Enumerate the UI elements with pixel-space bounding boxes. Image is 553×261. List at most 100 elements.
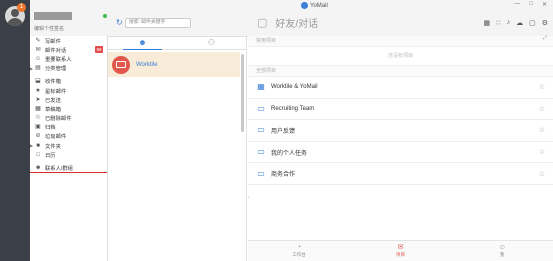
yomail-logo-icon bbox=[301, 2, 308, 9]
folder-list: ✎ 写邮件 ✉ 邮件对话 99 ☺ 重要联系人 ▶ ▤ 分类管理 ⬓ 收件箱 ★ 星标邮件 ➤ 已发送 ▦ 草稿箱… bbox=[30, 36, 108, 261]
sidebar-item[interactable]: ☻ 联系人/群组 bbox=[30, 163, 107, 173]
sidebar-item-label: 邮件对话 bbox=[45, 47, 67, 54]
star-icon[interactable]: ☆ bbox=[539, 105, 545, 113]
star-icon[interactable]: ☆ bbox=[539, 148, 545, 156]
expand-caret-icon[interactable]: ▶ bbox=[30, 66, 33, 71]
recent-projects-header: 常用项目 bbox=[248, 36, 553, 47]
chat-header: ▢ 好友/对话 bbox=[257, 15, 318, 30]
sidebar-item-label: 分类管理 bbox=[45, 66, 67, 73]
chat-bubble-icon: ▢ bbox=[257, 17, 268, 29]
mail-conversation-icon: ✉ bbox=[35, 46, 41, 53]
account-name-redacted bbox=[34, 12, 72, 20]
bottom-tab-dashboard[interactable]: ◔ 工作台 bbox=[248, 241, 350, 261]
expand-caret-icon[interactable]: ▶ bbox=[30, 143, 33, 148]
sidebar-item-label: 归档 bbox=[45, 125, 56, 132]
category-icon: ▤ bbox=[35, 65, 41, 72]
sidebar-item-label: 联系人/群组 bbox=[45, 165, 73, 172]
app-title: YoMail bbox=[301, 2, 328, 9]
expand-icon[interactable]: ⤢ bbox=[543, 35, 547, 41]
minimize-button[interactable]: — bbox=[514, 1, 520, 8]
toolbar-icons: ▦ ∷ ♪ ☁ ▢ ⚙ bbox=[484, 19, 549, 27]
sidebar-item-label: 垃圾邮件 bbox=[45, 134, 67, 141]
project-icon: ✉ bbox=[397, 244, 404, 251]
board-icon: ▦ bbox=[257, 82, 265, 92]
project-name: Recruiting Team bbox=[271, 105, 315, 112]
contact-list-pane: ☻⚇ Worktile › bbox=[108, 36, 250, 261]
settings-icon[interactable]: ⚙ bbox=[542, 19, 548, 27]
scrollbar[interactable] bbox=[241, 54, 244, 132]
sidebar-item-label: 已删除邮件 bbox=[45, 116, 72, 123]
list-item-label: Worktile bbox=[136, 61, 158, 68]
sidebar-item-label: 写邮件 bbox=[45, 38, 61, 45]
star-icon[interactable]: ☆ bbox=[539, 83, 545, 91]
sent-icon: ➤ bbox=[35, 96, 41, 103]
project-row[interactable]: ▭ 我的个人任务 ☆ bbox=[248, 142, 553, 164]
project-row[interactable]: ▭ 用户反馈 ☆ bbox=[248, 120, 553, 142]
bottom-nav: ◔ 工作台 ✉ 项目 ☺ 我 bbox=[248, 240, 553, 261]
vip-contact-icon: ☺ bbox=[35, 55, 42, 62]
calendar-icon: □ bbox=[36, 151, 40, 158]
project-row[interactable]: ▭ 商务合作 ☆ bbox=[248, 163, 553, 185]
tab-person[interactable]: ☻ bbox=[108, 36, 177, 50]
contacts-icon: ☻ bbox=[35, 164, 42, 171]
sidebar-item[interactable]: ⊘ 垃圾邮件 bbox=[30, 132, 107, 141]
bell-icon[interactable]: ♪ bbox=[507, 19, 511, 27]
project-pane: ⤢ 常用项目 还没有项目 全部项目 ▦ Worktile & YoMail ☆ ▭ Re… bbox=[248, 35, 553, 261]
project-name: Worktile & YoMail bbox=[271, 84, 318, 91]
refresh-icon[interactable]: ↻ bbox=[116, 18, 123, 27]
sidebar-item[interactable]: ▦ 草稿箱 bbox=[30, 104, 107, 113]
unread-badge: 99 bbox=[95, 46, 103, 54]
top-bar: YoMail — □ ✕ ↻ 搜索: 邮件关键字 ▢ 好友/对话 ▦ ∷ ♪ ☁ ▢ ⚙ bbox=[116, 0, 553, 36]
person-icon: ☻ bbox=[138, 38, 147, 47]
cloud-icon[interactable]: ☁ bbox=[516, 19, 523, 27]
sidebar-item[interactable]: ▶ ■ 文件夹 bbox=[30, 141, 107, 150]
sidebar-item[interactable]: ♲ 已删除邮件 bbox=[30, 114, 107, 123]
maximize-button[interactable]: □ bbox=[529, 1, 533, 8]
sidebar-item[interactable]: ▶ ▤ 分类管理 bbox=[30, 64, 107, 73]
sidebar-item[interactable]: ▣ 归档 bbox=[30, 123, 107, 132]
left-rail: 1 bbox=[0, 0, 30, 261]
sidebar-item-label: 草稿箱 bbox=[45, 106, 61, 113]
project-row[interactable]: ▦ Worktile & YoMail ☆ bbox=[248, 77, 553, 99]
inbox-icon: ⬓ bbox=[35, 78, 41, 85]
project-name: 用户反馈 bbox=[271, 128, 296, 135]
bottom-tab-me[interactable]: ☺ 我 bbox=[451, 241, 553, 261]
collapse-left-icon[interactable]: ‹ bbox=[248, 195, 250, 201]
bottom-tab-label: 项目 bbox=[396, 252, 405, 257]
star-icon[interactable]: ☆ bbox=[539, 170, 545, 178]
tray-icon: ▭ bbox=[257, 103, 265, 113]
project-name: 我的个人任务 bbox=[271, 150, 308, 157]
signal-icon[interactable]: ∷ bbox=[496, 19, 500, 27]
close-button[interactable]: ✕ bbox=[542, 1, 547, 8]
sidebar-item[interactable]: ✉ 邮件对话 99 bbox=[30, 45, 107, 54]
star-icon[interactable]: ☆ bbox=[539, 126, 545, 134]
tab-group[interactable]: ⚇ bbox=[177, 36, 246, 49]
sidebar-item[interactable]: ➤ 已发送 bbox=[30, 95, 107, 104]
project-row[interactable]: ▭ Recruiting Team ☆ bbox=[248, 99, 553, 121]
sidebar-item[interactable]: ✎ 写邮件 bbox=[30, 36, 107, 45]
trash-icon: ♲ bbox=[35, 115, 41, 122]
sidebar-item[interactable]: ☺ 重要联系人 bbox=[30, 54, 107, 63]
grid-icon[interactable]: ▦ bbox=[484, 19, 491, 27]
list-item[interactable]: Worktile bbox=[108, 52, 240, 77]
tray-icon: ▭ bbox=[257, 168, 265, 178]
window-icon[interactable]: ▢ bbox=[529, 19, 536, 27]
sidebar-item[interactable]: ⬓ 收件箱 bbox=[30, 77, 107, 86]
spam-icon: ⊘ bbox=[35, 133, 41, 140]
me-icon: ☺ bbox=[498, 244, 506, 251]
tray-icon: ▭ bbox=[257, 125, 265, 135]
edit-signature-link[interactable]: 编辑个性签名 bbox=[34, 25, 64, 32]
online-status-dot bbox=[103, 14, 107, 18]
sidebar-item-label: 星标邮件 bbox=[45, 88, 67, 95]
bottom-tab-project[interactable]: ✉ 项目 bbox=[350, 241, 452, 261]
sidebar-item[interactable]: ★ 星标邮件 bbox=[30, 86, 107, 95]
sidebar-item[interactable]: □ 日历 bbox=[30, 150, 107, 159]
recent-projects-empty: 还没有项目 bbox=[248, 47, 553, 66]
search-input[interactable]: 搜索: 邮件关键字 bbox=[125, 18, 191, 28]
account-header: 编辑个性签名 bbox=[30, 0, 108, 36]
drafts-icon: ▦ bbox=[35, 105, 41, 112]
sidebar-item-label: 重要联系人 bbox=[45, 56, 72, 63]
compose-icon: ✎ bbox=[35, 37, 41, 44]
notification-badge: 1 bbox=[17, 3, 26, 12]
project-name: 商务合作 bbox=[271, 172, 296, 179]
